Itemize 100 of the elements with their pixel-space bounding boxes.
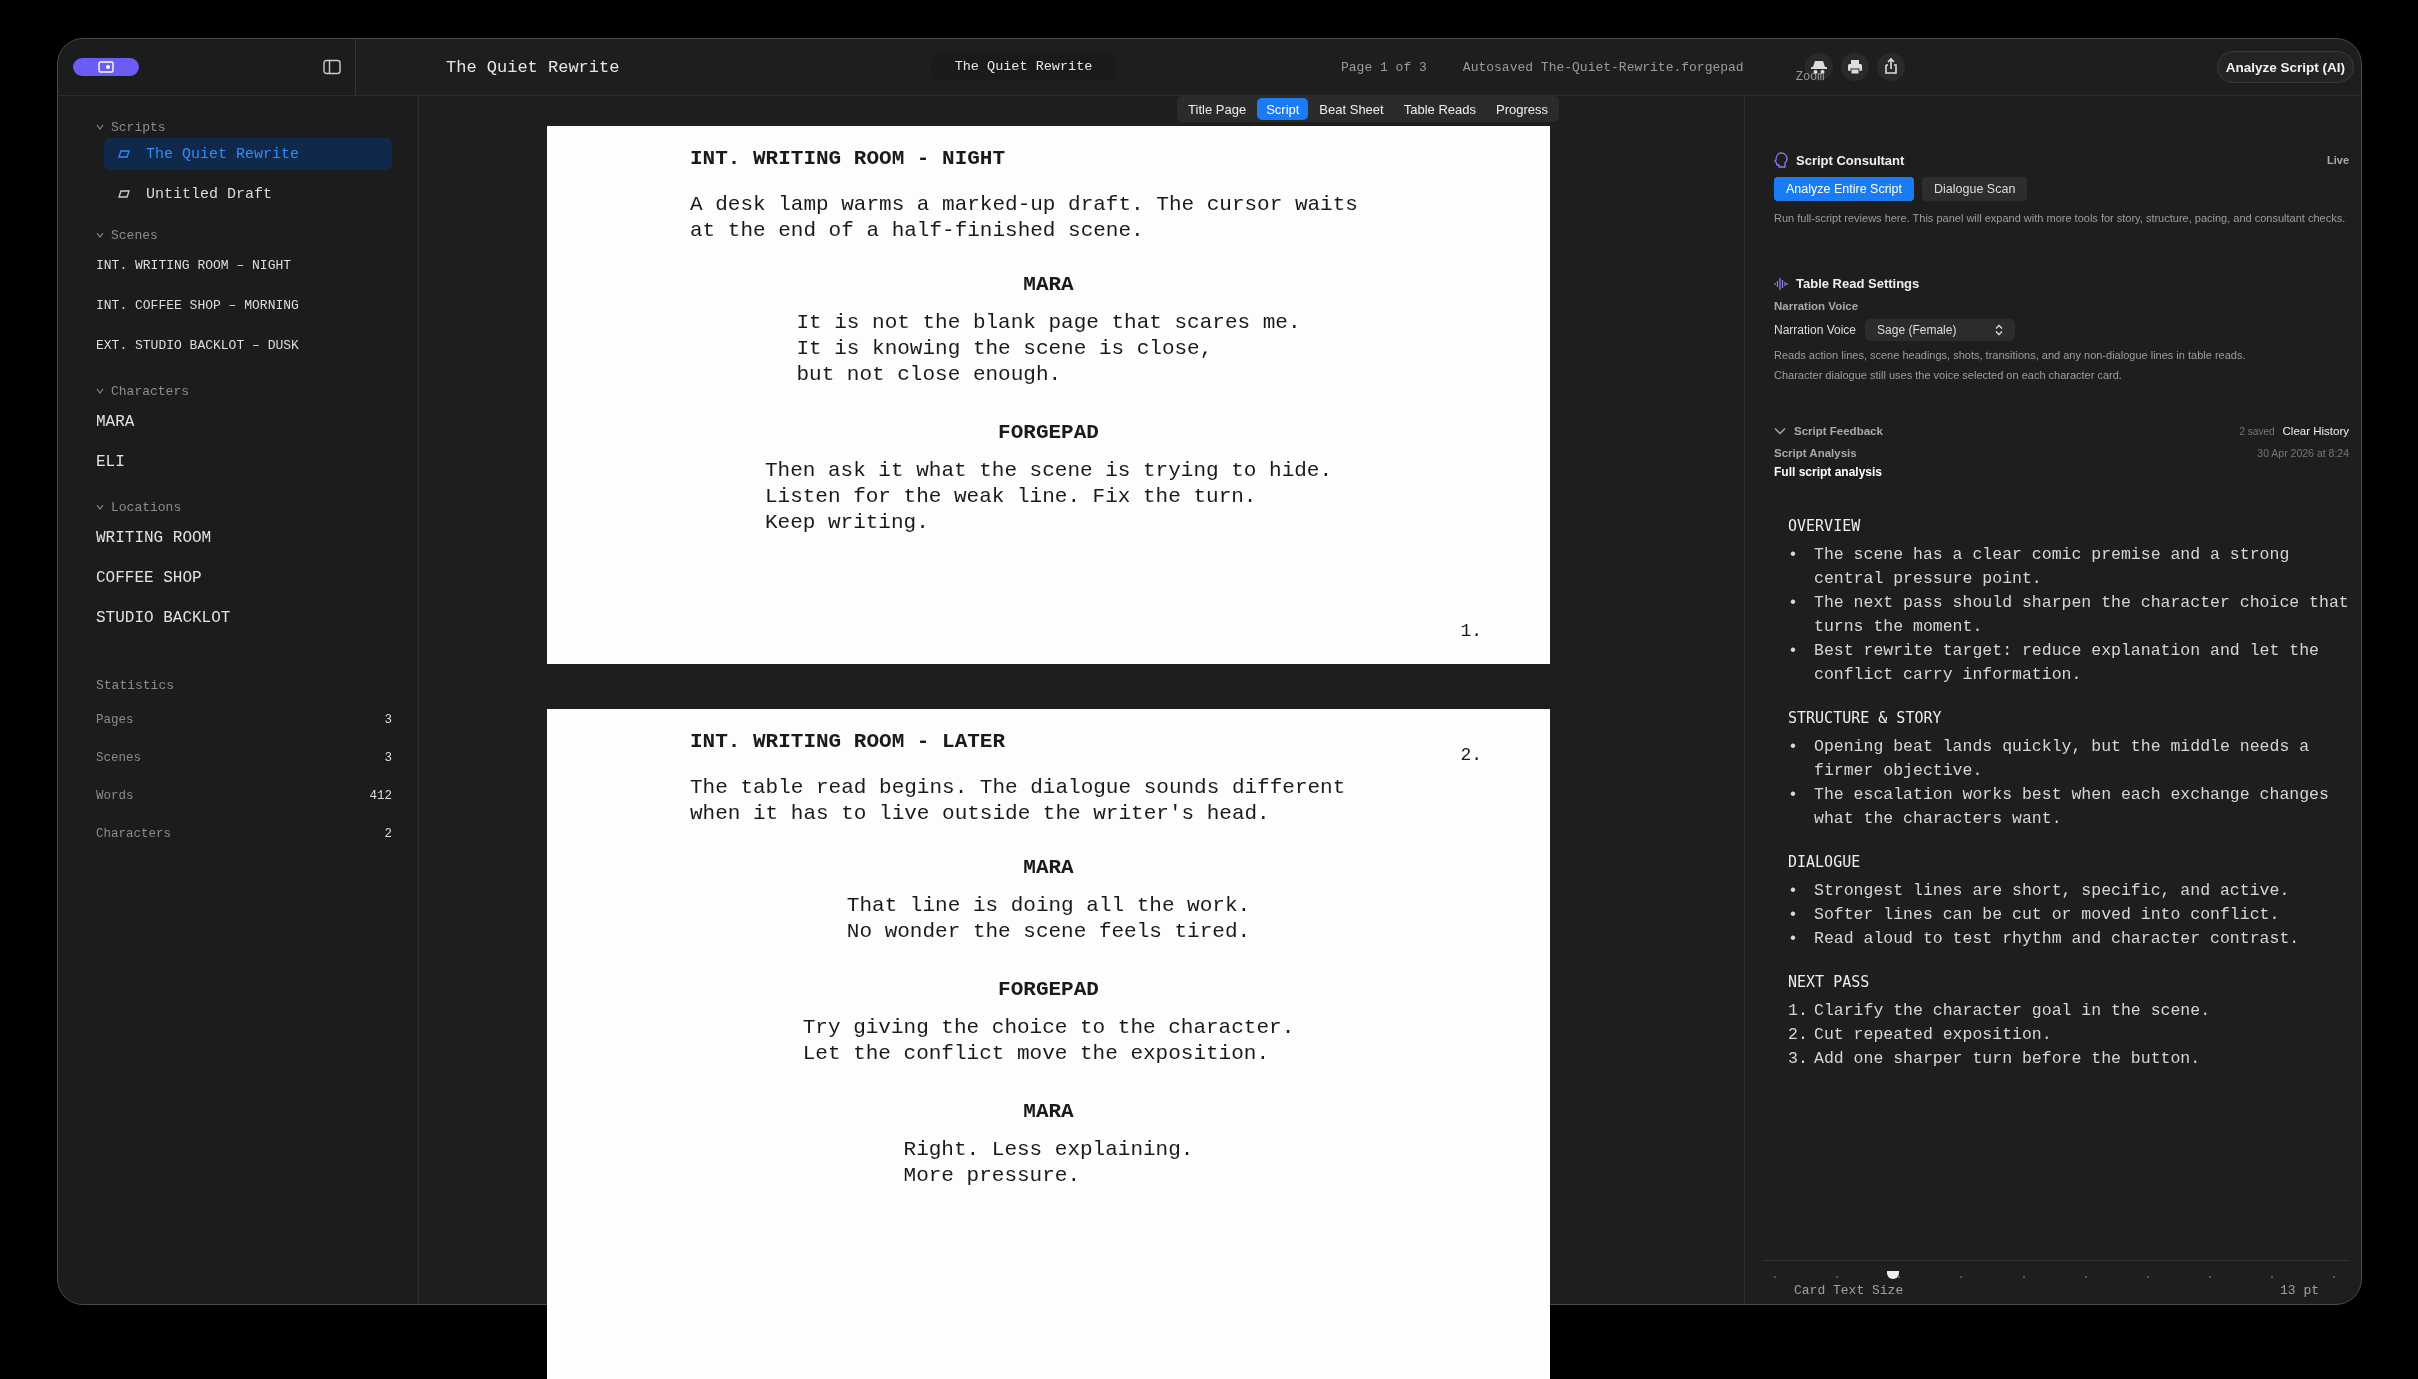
scene-item[interactable]: INT. WRITING ROOM – NIGHT [96, 246, 392, 286]
setting-label: Card Text Size [1794, 1283, 1904, 1298]
scene-item[interactable]: INT. COFFEE SHOP – MORNING [96, 286, 392, 326]
section-title: Characters [111, 383, 189, 399]
character-name: MARA [1023, 855, 1074, 881]
stat-value: 2 [384, 827, 392, 841]
analysis-type: Script Analysis [1774, 447, 1857, 459]
chevron-down-icon[interactable] [96, 124, 104, 130]
view-tab[interactable]: Script [1257, 98, 1309, 120]
statistics-title: Statistics [96, 678, 175, 693]
live-status: Live [2327, 154, 2349, 166]
panel-title: Script Consultant [1796, 152, 1905, 168]
list-marker: • [1788, 640, 1799, 662]
help-text: Reads action lines, scene headings, shots, transitions, and any non-dialogue lines in table reads. [1774, 349, 2247, 361]
field-label: Narration Voice [1774, 323, 1857, 337]
print-icon[interactable] [1839, 52, 1870, 82]
section-title: Scenes [111, 227, 158, 243]
report-text: Add one sharper turn before the button. [1814, 1048, 2202, 1070]
stat-value: 412 [369, 789, 392, 803]
autosave-status: Autosaved The-Quiet-Rewrite.forgepad [1462, 59, 1744, 75]
chevron-down-icon[interactable] [96, 504, 104, 510]
chevron-down-icon[interactable] [96, 388, 104, 394]
dialogue-text: Then ask it what the scene is trying to hide. Listen for the weak line. Fix the turn. Keep writing. [764, 458, 1333, 536]
report-heading: OVERVIEW [1788, 517, 1862, 535]
report-text: The escalation works best when each exchange changes what the characters want. [1814, 784, 2330, 830]
list-marker: • [1788, 784, 1799, 806]
report-text: Softer lines can be cut or moved into conflict. [1814, 904, 2281, 926]
scene-heading: INT. WRITING ROOM - NIGHT [690, 146, 1006, 172]
report-text: Cut repeated exposition. [1814, 1024, 2053, 1046]
section-title: Scripts [111, 119, 166, 135]
list-marker: • [1788, 880, 1799, 902]
view-tab[interactable]: Beat Sheet [1310, 98, 1393, 120]
script-item[interactable]: The Quiet Rewrite [104, 138, 392, 170]
section-title: Locations [111, 499, 182, 515]
view-tab[interactable]: Title Page [1179, 98, 1256, 120]
list-item[interactable]: ELI [96, 442, 392, 482]
voice-select[interactable]: Sage (Female) [1865, 319, 2016, 341]
stat-label: Scenes [96, 751, 141, 765]
report-heading: NEXT PASS [1788, 973, 1871, 991]
analysis-title: Full script analysis [1774, 465, 1884, 479]
report-heading: DIALOGUE [1788, 853, 1862, 871]
help-text: Character dialogue still uses the voice selected on each character card. [1774, 369, 2123, 381]
saved-count: 2 saved [2239, 425, 2275, 437]
document-icon [118, 190, 130, 198]
mode-button[interactable] [73, 58, 139, 76]
stat-label: Words [96, 789, 134, 803]
analyze-script-button[interactable]: Analyze Script (AI) [2216, 51, 2354, 83]
list-item[interactable]: MARA [96, 402, 392, 442]
chevron-down-icon[interactable] [1774, 427, 1786, 435]
report-text: The scene has a clear comic premise and a strong central pressure point. [1814, 544, 2291, 590]
screen-icon [98, 61, 114, 73]
page-status: Page 1 of 3 [1341, 59, 1427, 75]
report-text: Strongest lines are short, specific, and active. [1814, 880, 2291, 902]
list-marker: • [1788, 544, 1799, 566]
panel-description: Run full-script reviews here. This panel will expand with more tools for story, structure, pacing, and consultant checks. [1774, 211, 2346, 226]
slider-thumb[interactable] [1886, 1271, 1899, 1279]
stat-value: 3 [384, 751, 392, 765]
stat-label: Pages [96, 713, 134, 727]
up-down-chevron-icon [1995, 324, 2004, 336]
dialogue-text: It is not the blank page that scares me. It is knowing the scene is close, but not close enough. [796, 310, 1301, 388]
head-icon [1774, 152, 1788, 168]
character-name: MARA [1023, 272, 1074, 298]
view-tab[interactable]: Table Reads [1394, 98, 1485, 120]
page-number: 1. [1460, 620, 1482, 643]
analysis-date: 30 Apr 2026 at 8:24 [2257, 447, 2349, 459]
page-number: 2. [1460, 744, 1482, 767]
document-title: The Quiet Rewrite [445, 57, 621, 77]
setting-value: 13 pt [2280, 1283, 2319, 1298]
waveform-icon [1774, 276, 1788, 291]
report-text: The next pass should sharpen the character choice that turns the moment. [1814, 592, 2349, 638]
document-name-pill: The Quiet Rewrite [931, 53, 1116, 81]
report-heading: STRUCTURE & STORY [1788, 709, 1943, 727]
chevron-down-icon[interactable] [96, 232, 104, 238]
script-item[interactable]: Untitled Draft [104, 178, 392, 210]
dialogue-text: Try giving the choice to the character. Let the conflict move the exposition. [802, 1015, 1295, 1067]
analysis-mode-button[interactable]: Analyze Entire Script [1774, 177, 1915, 201]
view-tab[interactable]: Progress [1486, 98, 1557, 120]
list-item[interactable]: COFFEE SHOP [96, 558, 392, 598]
list-marker: • [1788, 928, 1799, 950]
report-text: Read aloud to test rhythm and character contrast. [1814, 928, 2301, 950]
zoom-label: Zoom [1795, 70, 1825, 84]
character-name: MARA [1023, 1099, 1074, 1125]
report-text: Opening beat lands quickly, but the middle needs a firmer objective. [1814, 736, 2311, 782]
stat-value: 3 [384, 713, 392, 727]
panel-title: Table Read Settings [1796, 276, 1920, 291]
report-text: Best rewrite target: reduce explanation and let the conflict carry information. [1814, 640, 2320, 686]
stat-label: Characters [96, 827, 171, 841]
clear-history-button[interactable]: Clear History [2282, 425, 2349, 437]
scene-heading: INT. WRITING ROOM - LATER [690, 729, 1006, 755]
share-icon[interactable] [1875, 52, 1906, 82]
character-name: FORGEPAD [998, 420, 1099, 446]
list-marker: 2. [1788, 1024, 1809, 1046]
scene-item[interactable]: EXT. STUDIO BACKLOT – DUSK [96, 326, 392, 366]
section-label: Narration Voice [1774, 300, 1860, 312]
analysis-mode-button[interactable]: Dialogue Scan [1922, 177, 2028, 201]
action-text: The table read begins. The dialogue sounds different when it has to live outside the writer's head. [690, 775, 1346, 827]
list-item[interactable]: STUDIO BACKLOT [96, 598, 392, 638]
dialogue-text: That line is doing all the work. No wonder the scene feels tired. [846, 893, 1251, 945]
list-item[interactable]: WRITING ROOM [96, 518, 392, 558]
sidebar-toggle-icon[interactable] [323, 59, 341, 75]
